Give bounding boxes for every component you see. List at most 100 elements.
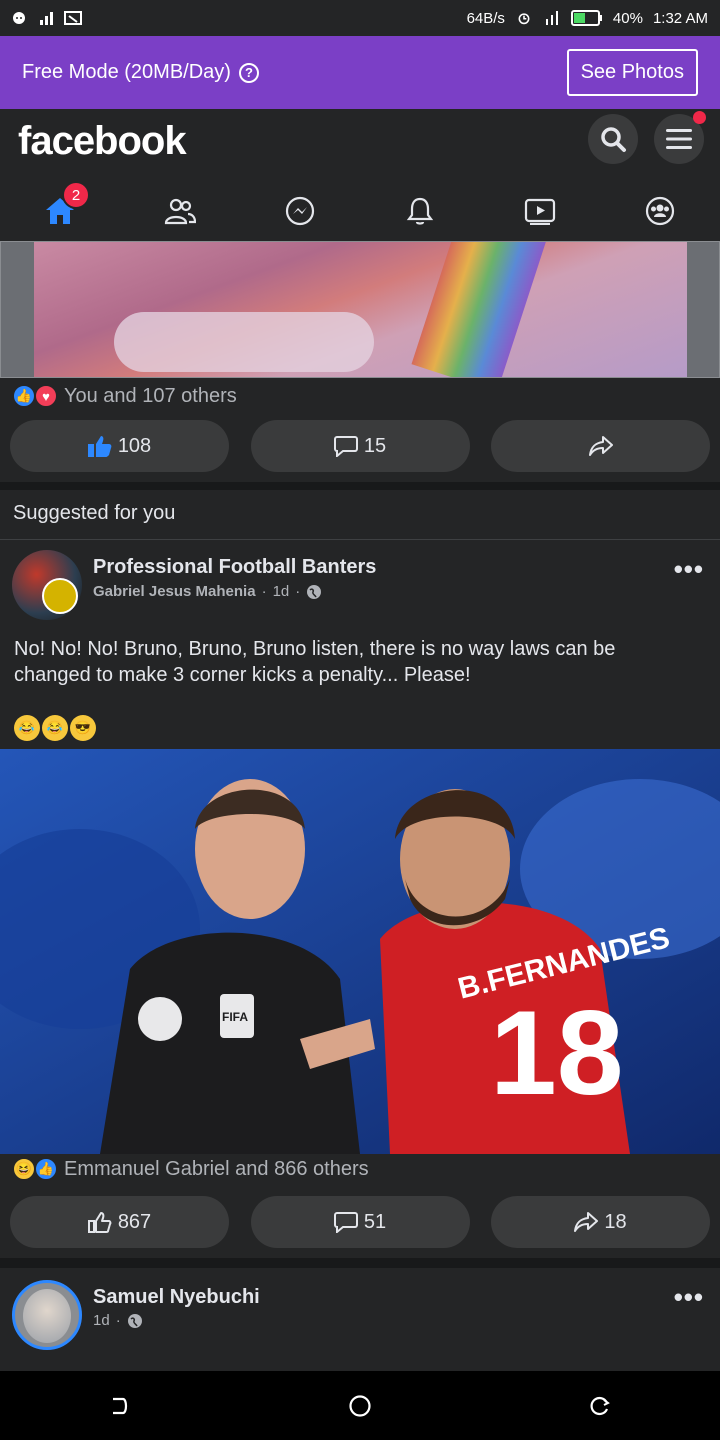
clock: 1:32 AM [652,9,708,27]
tab-groups[interactable] [600,181,720,241]
app-header: facebook 2 [0,109,720,241]
share-button[interactable] [491,420,710,472]
post-actions: 108 15 [10,420,710,472]
feed-post: Samuel Nyebuchi 1d · ••• [0,1268,720,1372]
post-options-button[interactable]: ••• [674,554,704,585]
menu-button[interactable] [654,111,706,164]
network-speed: 64B/s [466,9,505,27]
shoe-shape [114,312,374,372]
alarm-icon [518,13,530,25]
groups-icon [645,196,675,226]
menu-icon [666,129,692,149]
reactions-text: You and 107 others [64,384,237,407]
post-meta: Gabriel Jesus Mahenia · 1d · [93,583,322,600]
avatar-overlay [42,578,78,614]
facebook-logo[interactable]: facebook [18,119,187,164]
chat-head-icon [13,12,25,24]
cell-signal-icon [545,11,558,25]
like-count: 867 [117,1210,152,1233]
tab-home[interactable]: 2 [0,181,120,241]
suggested-header: Suggested for you [0,490,720,540]
post-photo[interactable]: B.FERNANDES 18 FIFA [0,749,720,1154]
back-icon [113,1397,128,1414]
love-reaction-icon: ♥ [34,384,58,408]
globe-icon [307,584,322,599]
laughing-emoji-icon: 😂 [42,715,68,741]
page-name[interactable]: Professional Football Banters [93,556,376,579]
status-bar: 64B/s 40% 1:32 AM [0,0,720,36]
rainbow-stripe [411,242,547,377]
see-photos-button[interactable]: See Photos [566,49,698,96]
free-mode-banner: Free Mode (20MB/Day) ? See Photos [0,36,720,109]
meta-separator: · [295,583,301,600]
football-photo: B.FERNANDES 18 FIFA [0,749,720,1154]
comment-icon [333,436,358,457]
battery-icon [570,10,602,26]
meta-separator: · [261,583,267,600]
bell-icon [406,197,434,225]
reactions-summary[interactable]: 👍 ♥ You and 107 others [12,384,237,408]
like-icon [87,1212,112,1233]
recents-button[interactable] [580,1386,620,1426]
share-icon [574,1212,599,1232]
avatar-photo [23,1289,71,1343]
user-avatar[interactable] [12,1280,82,1350]
tab-friends[interactable] [120,181,240,241]
post-image-content [34,242,687,377]
friends-icon [164,198,196,225]
page-avatar[interactable] [12,550,82,620]
home-badge: 2 [62,181,90,209]
like-reaction-icon: 👍 [34,1157,58,1181]
free-mode-label: Free Mode (20MB/Day) [22,61,231,83]
feed-post: Professional Football Banters Gabriel Je… [0,540,720,1258]
help-icon[interactable]: ? [238,62,259,83]
shirt-number: 18 [490,986,623,1120]
post-text: No! No! No! Bruno, Bruno, Bruno listen, … [14,638,616,686]
screen-icon [64,11,82,25]
post-author[interactable]: Gabriel Jesus Mahenia [93,583,256,600]
comment-button[interactable]: 15 [250,420,470,472]
meta-separator: · [115,1312,121,1329]
tab-messenger[interactable] [240,181,360,241]
like-reaction-icon: 👍 [12,384,36,408]
feed-post-top: 👍 ♥ You and 107 others 108 15 [0,241,720,482]
suggested-label: Suggested for you [13,502,176,524]
like-button[interactable]: 108 [10,420,229,472]
signal-icon [40,12,53,25]
comment-count: 51 [363,1210,387,1233]
post-emoji-row: 😂 😂 😎 [14,715,96,741]
comment-icon [333,1212,358,1233]
globe-icon [127,1313,142,1328]
tab-notifications[interactable] [360,181,480,241]
tab-watch[interactable] [480,181,600,241]
post-options-button[interactable]: ••• [674,1282,704,1313]
laughing-emoji-icon: 😂 [14,715,40,741]
post-meta: 1d · [93,1312,143,1329]
like-filled-icon [87,436,112,457]
share-button[interactable]: 18 [491,1196,710,1248]
post-actions: 867 51 18 [10,1196,710,1248]
post-image[interactable] [0,241,720,378]
like-button[interactable]: 867 [10,1196,229,1248]
user-name[interactable]: Samuel Nyebuchi [93,1286,260,1309]
share-count: 18 [604,1210,627,1233]
main-nav: 2 [0,181,720,241]
messenger-icon [285,196,315,226]
search-button[interactable] [588,114,638,164]
like-count: 108 [117,434,152,457]
home-button[interactable] [340,1386,380,1426]
home-circle-icon [349,1394,371,1417]
reactions-text: Emmanuel Gabriel and 866 others [64,1157,369,1180]
comment-count: 15 [363,434,387,457]
search-icon [601,127,626,152]
menu-notification-dot [693,111,706,124]
sunglasses-emoji-icon: 😎 [70,715,96,741]
share-icon [588,436,613,456]
post-time[interactable]: 1d [93,1312,110,1329]
back-button[interactable] [100,1386,140,1426]
comment-button[interactable]: 51 [250,1196,470,1248]
post-time[interactable]: 1d [273,583,290,600]
haha-reaction-icon: 😆 [12,1157,36,1181]
reactions-summary[interactable]: 😆 👍 Emmanuel Gabriel and 866 others [12,1157,369,1181]
fifa-badge: FIFA [222,1010,248,1024]
